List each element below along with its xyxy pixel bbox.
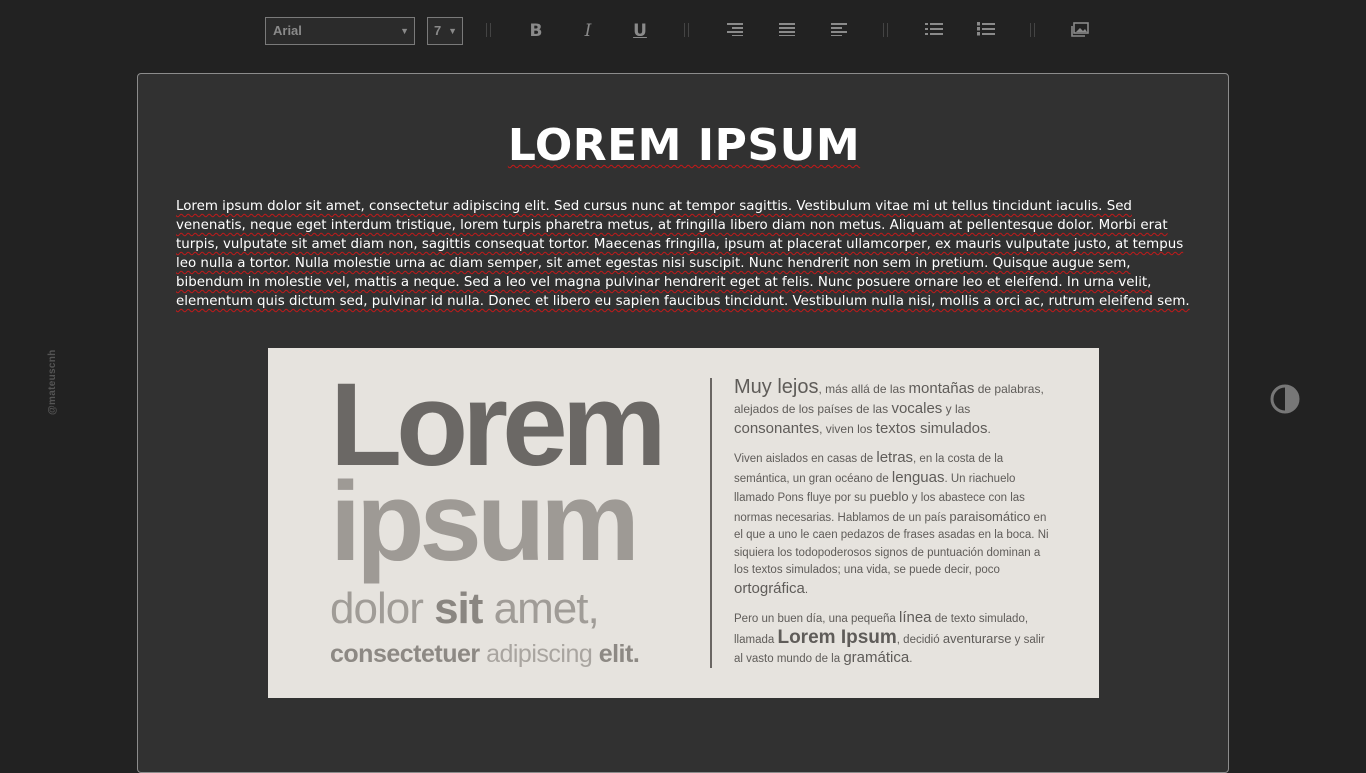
insert-image-icon[interactable] xyxy=(1069,20,1091,42)
document-title-text: LOREM IPSUM xyxy=(507,120,861,171)
text-fragment: . xyxy=(909,653,913,665)
text-fragment: línea xyxy=(898,609,932,626)
chevron-down-icon: ▼ xyxy=(400,26,409,36)
font-size-value: 7 xyxy=(434,23,442,38)
italic-icon[interactable]: I xyxy=(577,20,599,42)
toolbar-separator xyxy=(883,23,889,37)
text-fragment: montañas xyxy=(908,380,975,397)
contrast-toggle-icon[interactable] xyxy=(1270,384,1300,414)
numbered-list-icon[interactable] xyxy=(975,20,997,42)
text-fragment: Muy lejos xyxy=(734,376,819,398)
image-paragraph-2: Viven aislados en casas de letras, en la… xyxy=(734,449,1054,599)
formatting-toolbar: Arial ▼ 7 ▼ B I U xyxy=(0,0,1366,64)
text-fragment: consonantes xyxy=(734,420,820,437)
text-fragment: elit. xyxy=(598,640,640,668)
author-credit: @mateuscnh xyxy=(47,349,58,415)
align-right-icon[interactable] xyxy=(724,20,746,42)
image-subline-1: dolor sit amet, xyxy=(330,584,600,634)
text-fragment: y las xyxy=(942,402,971,416)
text-fragment: Viven aislados en casas de xyxy=(734,453,877,465)
text-fragment: , decidió xyxy=(896,633,943,646)
editor-canvas[interactable]: LOREM IPSUM Lorem ipsum dolor sit amet, … xyxy=(137,73,1229,773)
bullet-list-icon[interactable] xyxy=(923,20,945,42)
image-text-column: Muy lejos, más allá de las montañas de p… xyxy=(734,376,1054,679)
bold-glyph: B xyxy=(529,21,543,41)
text-fragment: vocales xyxy=(891,400,943,417)
toolbar-separator xyxy=(486,23,492,37)
document-body-text: Lorem ipsum dolor sit amet, consectetur … xyxy=(176,199,1190,309)
text-fragment: gramática xyxy=(843,649,910,666)
text-fragment: adipiscing xyxy=(479,640,599,668)
font-size-select[interactable]: 7 ▼ xyxy=(427,17,463,45)
text-fragment: textos simulados xyxy=(875,420,988,437)
font-family-value: Arial xyxy=(273,23,302,38)
justify-icon[interactable] xyxy=(776,20,798,42)
text-fragment: dolor xyxy=(330,584,435,633)
image-paragraph-1: Muy lejos, más allá de las montañas de p… xyxy=(734,376,1054,439)
text-fragment: Pero un buen día, una pequeña xyxy=(734,613,899,625)
text-fragment: . xyxy=(987,422,991,436)
document-title[interactable]: LOREM IPSUM xyxy=(138,120,1230,171)
bold-icon[interactable]: B xyxy=(525,20,547,42)
italic-glyph: I xyxy=(584,21,592,41)
text-fragment: ortográfica xyxy=(734,579,805,597)
underline-glyph: U xyxy=(633,21,647,41)
image-subline-2: consectetuer adipiscing elit. xyxy=(330,640,640,669)
text-fragment: , viven los xyxy=(819,422,876,436)
text-fragment: aventurarse xyxy=(942,630,1012,646)
text-fragment: pueblo xyxy=(869,489,909,504)
text-fragment: Lorem Ipsum xyxy=(777,626,897,648)
document-body[interactable]: Lorem ipsum dolor sit amet, consectetur … xyxy=(176,197,1196,311)
toolbar-separator xyxy=(684,23,690,37)
text-fragment: lenguas xyxy=(891,468,945,486)
text-fragment: paraisomático xyxy=(949,508,1031,524)
underline-icon[interactable]: U xyxy=(629,20,651,42)
chevron-down-icon: ▼ xyxy=(448,26,457,36)
align-left-icon[interactable] xyxy=(828,20,850,42)
toolbar-separator xyxy=(1030,23,1036,37)
text-fragment: . xyxy=(804,583,809,596)
text-fragment: amet, xyxy=(482,584,600,633)
image-divider xyxy=(710,378,712,668)
embedded-image[interactable]: Lorem ipsum dolor sit amet, consectetuer… xyxy=(268,348,1099,698)
font-family-select[interactable]: Arial ▼ xyxy=(265,17,415,45)
text-fragment: letras xyxy=(876,449,914,466)
image-paragraph-3: Pero un buen día, una pequeña línea de t… xyxy=(734,609,1054,669)
text-fragment: consectetuer xyxy=(330,640,480,668)
text-fragment: sit xyxy=(434,584,483,633)
image-headline-ipsum: ipsum xyxy=(330,459,640,584)
text-fragment: , más allá de las xyxy=(818,382,909,396)
